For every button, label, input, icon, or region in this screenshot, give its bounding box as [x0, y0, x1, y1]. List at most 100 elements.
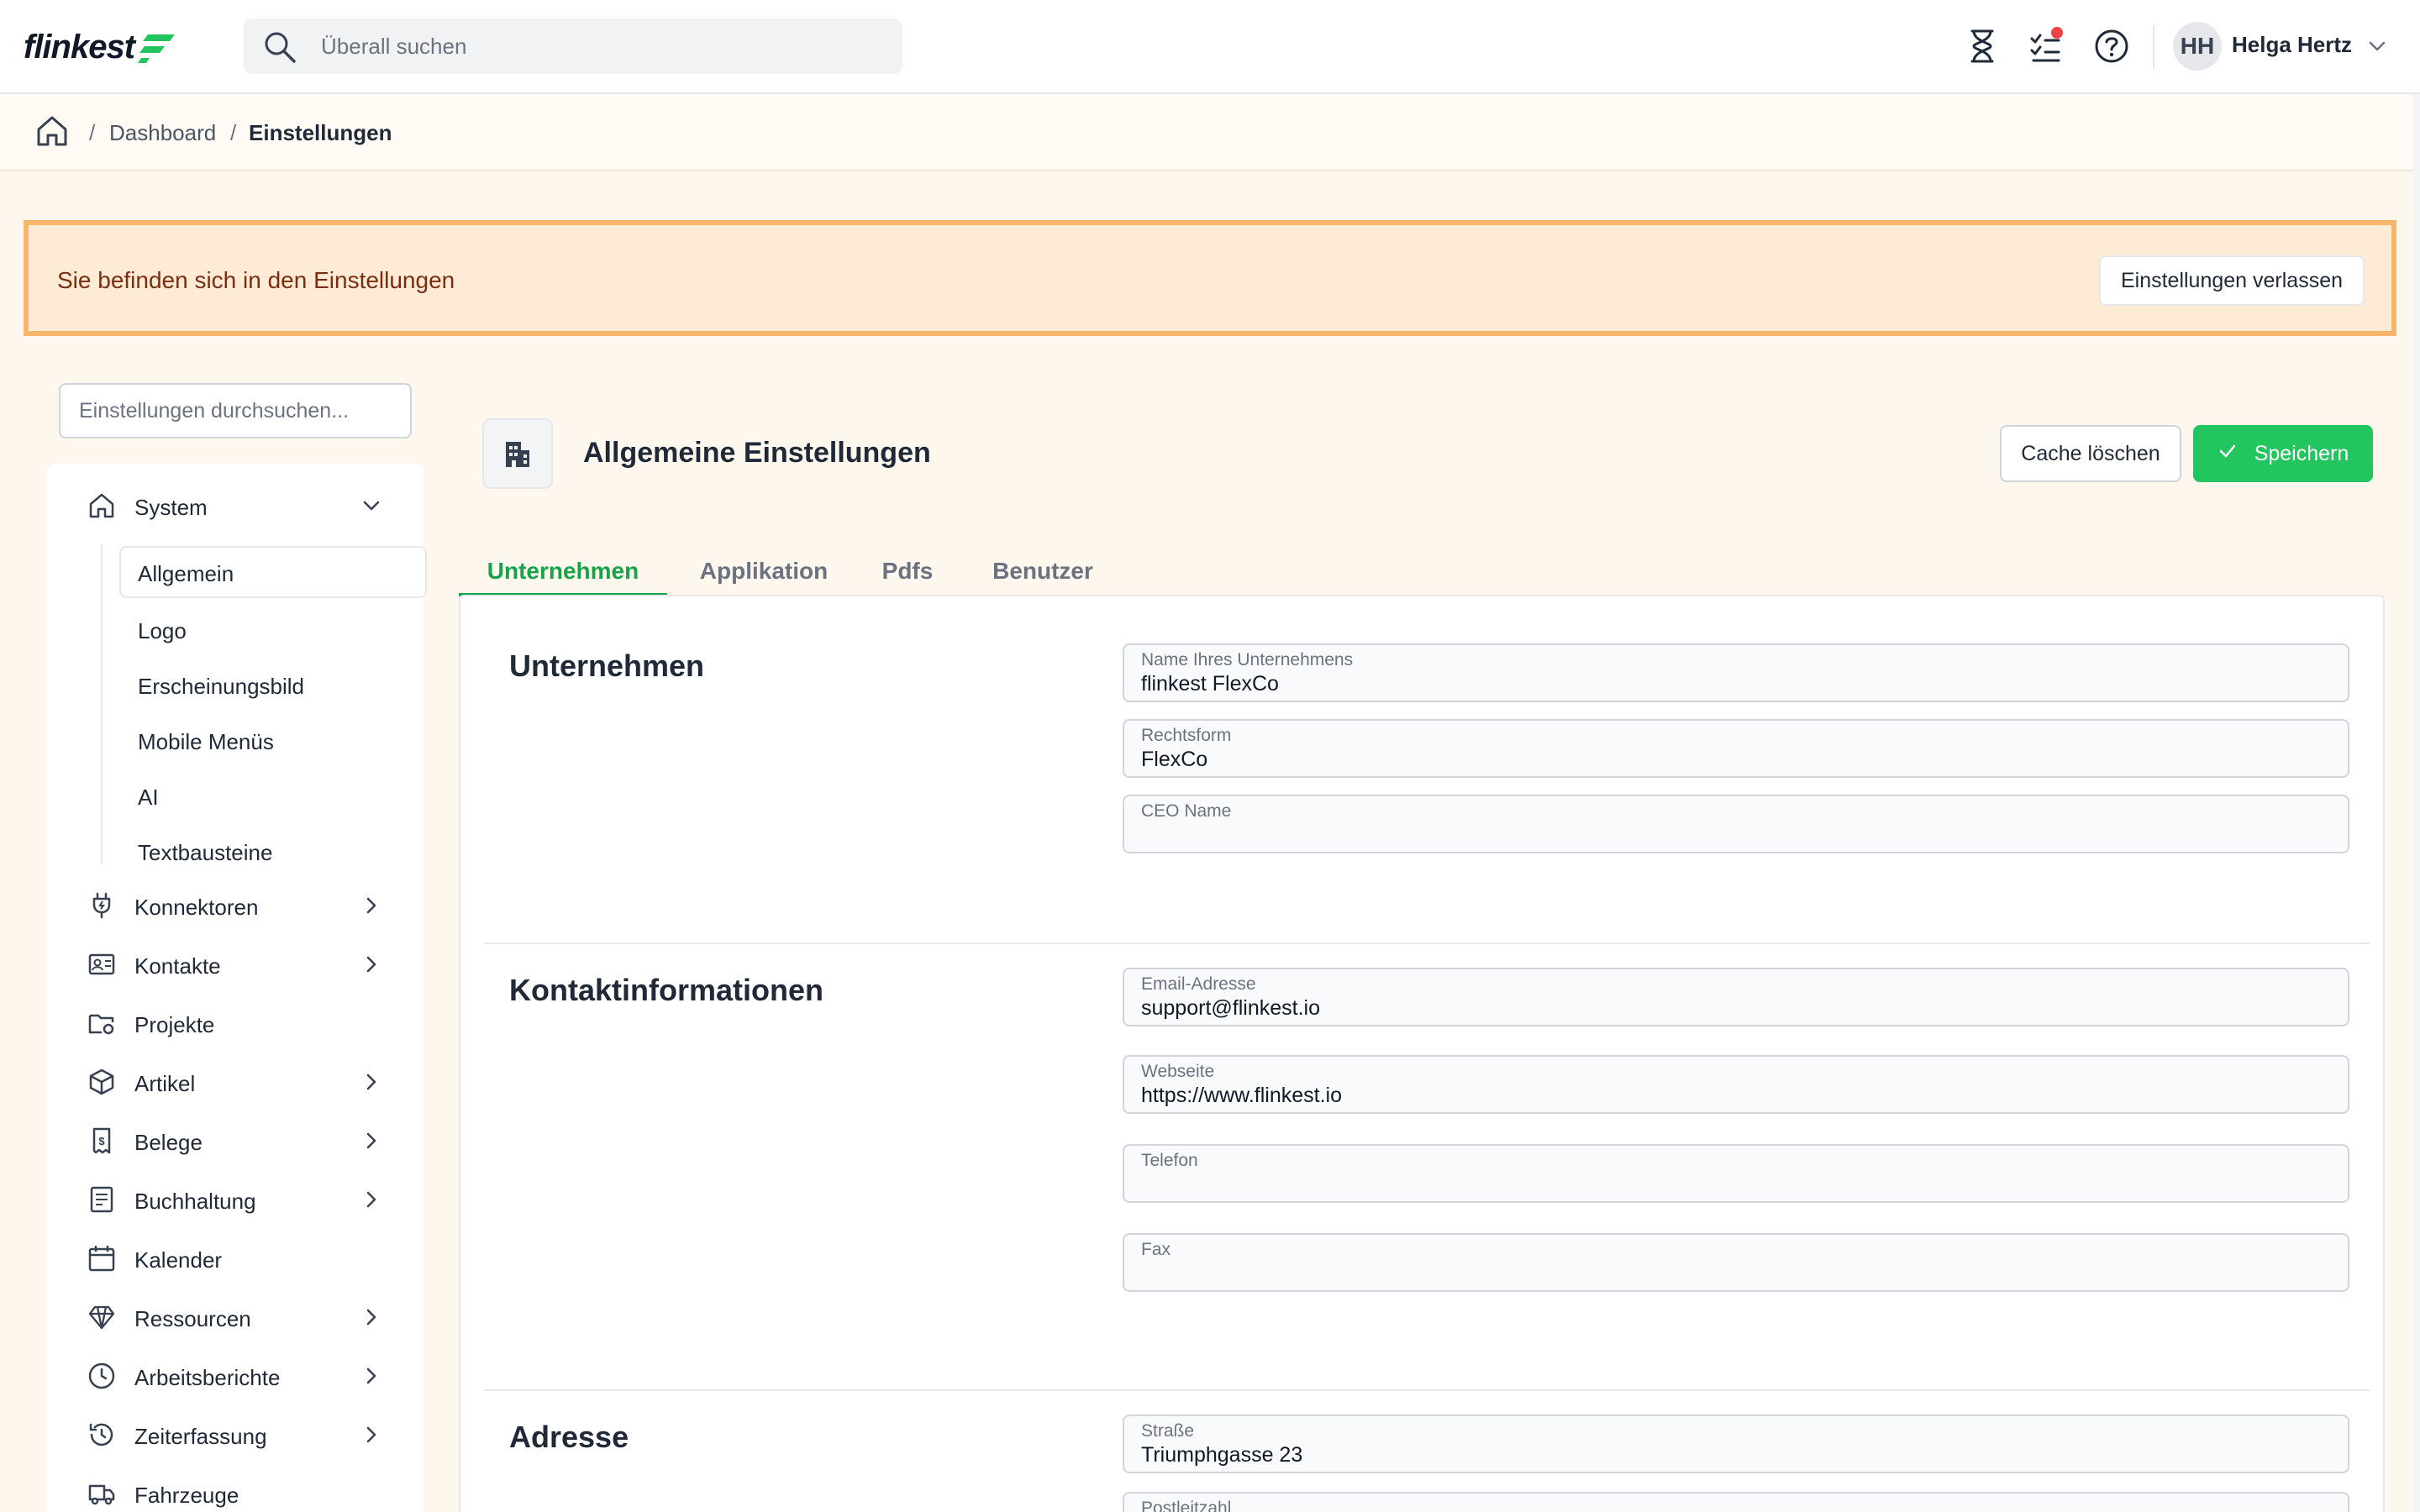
sidebar-item-buchhaltung[interactable]: Buchhaltung: [47, 1174, 424, 1225]
breadcrumb-separator: /: [89, 120, 96, 145]
postal-code-field[interactable]: Postleitzahl: [1123, 1492, 2349, 1512]
sidebar-sub-mobile-menues[interactable]: Mobile Menüs: [119, 714, 427, 766]
tab-pdfs[interactable]: Pdfs: [860, 539, 955, 596]
street-field[interactable]: Straße: [1123, 1415, 2349, 1473]
ledger-icon: [87, 1185, 116, 1214]
save-button[interactable]: Speichern: [2193, 425, 2373, 482]
home-icon: [87, 491, 116, 520]
website-field[interactable]: Webseite: [1123, 1055, 2349, 1114]
calendar-icon: [87, 1244, 116, 1273]
sidebar-item-fahrzeuge[interactable]: Fahrzeuge: [47, 1468, 424, 1512]
section-divider: [484, 942, 2370, 944]
fax-input[interactable]: [1141, 1260, 2317, 1287]
street-input[interactable]: [1141, 1441, 2317, 1468]
company-name-input[interactable]: [1141, 670, 2317, 697]
home-icon[interactable]: [34, 113, 71, 154]
section-title-company: Unternehmen: [509, 648, 705, 683]
email-input[interactable]: [1141, 995, 2317, 1021]
sidebar-item-artikel[interactable]: Artikel: [47, 1057, 424, 1107]
clock-icon: [87, 1362, 116, 1390]
phone-input[interactable]: [1141, 1171, 2317, 1198]
legal-form-input[interactable]: [1141, 746, 2317, 773]
banner-text: Sie befinden sich in den Einstellungen: [57, 267, 455, 293]
ceo-name-input[interactable]: [1141, 822, 2317, 848]
sidebar-item-zeiterfassung[interactable]: Zeiterfassung: [47, 1410, 424, 1460]
sidebar-item-label: Konnektoren: [134, 895, 259, 920]
sidebar-item-projekte[interactable]: Projekte: [47, 998, 424, 1048]
field-label: Telefon: [1141, 1151, 1198, 1170]
search-icon: [262, 29, 297, 69]
phone-field[interactable]: Telefon: [1123, 1144, 2349, 1203]
sidebar-sub-textbausteine[interactable]: Textbausteine: [119, 825, 427, 877]
folder-gear-icon: [87, 1009, 116, 1037]
sidebar-item-belege[interactable]: $ Belege: [47, 1116, 424, 1166]
settings-search-input[interactable]: [59, 383, 412, 438]
sidebar-item-kalender[interactable]: Kalender: [47, 1233, 424, 1284]
sidebar-item-kontakte[interactable]: Kontakte: [47, 939, 424, 990]
breadcrumb-separator: /: [230, 120, 237, 145]
breadcrumb-current: Einstellungen: [249, 120, 392, 145]
legal-form-field[interactable]: Rechtsform: [1123, 719, 2349, 778]
sidebar-item-arbeitsberichte[interactable]: Arbeitsberichte: [47, 1351, 424, 1401]
help-icon[interactable]: [2091, 25, 2133, 67]
chevron-right-icon: [360, 1305, 383, 1333]
tab-benutzer[interactable]: Benutzer: [980, 539, 1106, 596]
sidebar-sub-allgemein[interactable]: Allgemein: [119, 546, 427, 598]
sidebar-item-label: Belege: [134, 1130, 203, 1155]
chevron-down-icon: [360, 494, 383, 522]
hourglass-icon[interactable]: [1961, 25, 2003, 67]
sidebar-sub-logo[interactable]: Logo: [119, 603, 427, 655]
clear-cache-button[interactable]: Cache löschen: [2000, 425, 2181, 482]
sidebar-sub-ai[interactable]: AI: [119, 769, 427, 822]
sidebar-item-system[interactable]: System: [47, 480, 424, 531]
website-input[interactable]: [1141, 1082, 2317, 1109]
settings-form-card: Unternehmen Name Ihres Unternehmens Rech…: [459, 595, 2385, 1512]
scrollbar[interactable]: [2413, 94, 2420, 1512]
settings-sidebar: System Allgemein Logo Erscheinungsbild M…: [47, 464, 427, 1512]
tab-unternehmen[interactable]: Unternehmen: [459, 539, 667, 596]
settings-banner: Sie befinden sich in den Einstellungen E…: [24, 220, 2396, 336]
logo-mark-icon: [138, 34, 176, 63]
tab-applikation[interactable]: Applikation: [692, 539, 835, 596]
ceo-name-field[interactable]: CEO Name: [1123, 795, 2349, 853]
field-label: Rechtsform: [1141, 726, 1232, 745]
email-field[interactable]: Email-Adresse: [1123, 968, 2349, 1026]
sidebar-item-ressourcen[interactable]: Ressourcen: [47, 1292, 424, 1342]
chevron-down-icon[interactable]: [2366, 35, 2388, 61]
user-name[interactable]: Helga Hertz: [2232, 32, 2352, 58]
sidebar-item-label: Ressourcen: [134, 1306, 251, 1331]
sidebar-item-label: Arbeitsberichte: [134, 1365, 281, 1390]
sub-item-label: AI: [138, 785, 159, 810]
sidebar-item-label: Buchhaltung: [134, 1189, 256, 1214]
page-title: Allgemeine Einstellungen: [583, 437, 931, 469]
sidebar-item-label: Kontakte: [134, 953, 221, 979]
field-label: Webseite: [1141, 1062, 1215, 1081]
sub-item-label: Logo: [138, 618, 187, 643]
breadcrumb-dashboard[interactable]: Dashboard: [109, 120, 216, 146]
sub-item-label: Mobile Menüs: [138, 729, 274, 754]
chevron-right-icon: [360, 1188, 383, 1215]
diamond-icon: [87, 1303, 116, 1331]
leave-settings-button[interactable]: Einstellungen verlassen: [2099, 255, 2365, 306]
chevron-right-icon: [360, 1364, 383, 1392]
app-logo[interactable]: flinkest: [24, 25, 178, 69]
avatar[interactable]: HH: [2173, 22, 2222, 71]
save-button-label: Speichern: [2254, 441, 2349, 465]
field-label: Email-Adresse: [1141, 974, 1256, 994]
global-search-input[interactable]: [321, 18, 884, 74]
fax-field[interactable]: Fax: [1123, 1233, 2349, 1292]
field-label: Fax: [1141, 1240, 1171, 1259]
sidebar-item-konnektoren[interactable]: Konnektoren: [47, 880, 424, 931]
global-search[interactable]: [244, 18, 902, 74]
chevron-right-icon: [360, 1129, 383, 1157]
settings-tabs: Unternehmen Applikation Pdfs Benutzer: [459, 526, 2089, 596]
sub-item-label: Erscheinungsbild: [138, 674, 305, 699]
logo-text: flinkest: [24, 28, 135, 66]
sidebar-sub-erscheinungsbild[interactable]: Erscheinungsbild: [119, 659, 427, 711]
company-name-field[interactable]: Name Ihres Unternehmens: [1123, 643, 2349, 702]
tasks-icon[interactable]: [2025, 25, 2067, 67]
sidebar-item-label: Kalender: [134, 1247, 223, 1273]
building-icon: [482, 418, 553, 489]
sub-item-label: Allgemein: [138, 561, 234, 586]
sub-item-label: Textbausteine: [138, 840, 273, 865]
